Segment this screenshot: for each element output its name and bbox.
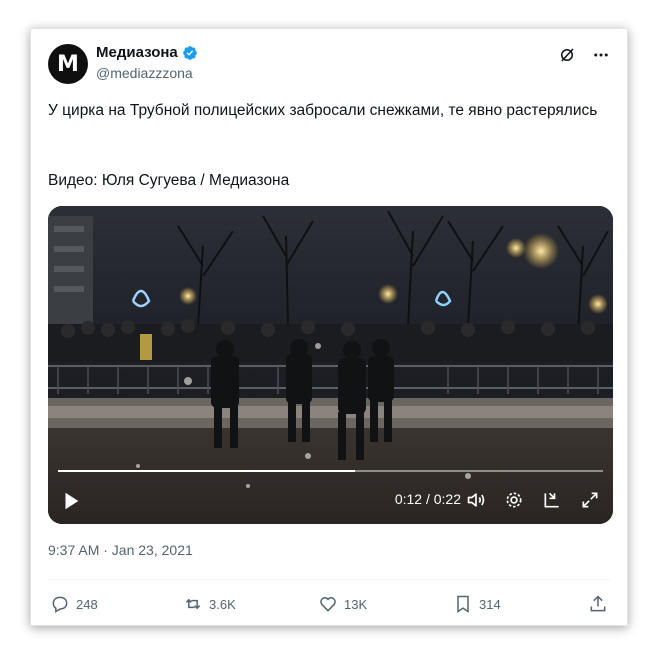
repost-count: 3.6K [209, 596, 236, 612]
account-name[interactable]: Медиазона [96, 44, 178, 61]
play-icon[interactable] [60, 490, 82, 512]
more-icon[interactable] [591, 45, 611, 65]
bookmark-button[interactable]: 314 [453, 594, 501, 614]
like-count: 13K [344, 596, 368, 612]
video-player[interactable]: 0:12 / 0:22 [48, 206, 613, 524]
avatar[interactable]: M [48, 44, 88, 84]
grok-icon[interactable] [557, 45, 577, 65]
reply-button[interactable]: 248 [50, 594, 98, 614]
like-icon [320, 597, 336, 612]
settings-icon[interactable] [503, 489, 525, 511]
tweet-text: У цирка на Трубной полицейских забросали… [48, 102, 598, 119]
fullscreen-icon[interactable] [579, 489, 601, 511]
verified-badge-icon [182, 45, 197, 60]
reply-count: 248 [76, 596, 98, 612]
divider [48, 579, 610, 580]
video-controls [465, 489, 601, 511]
video-time: 0:12 / 0:22 [394, 491, 461, 507]
pip-icon[interactable] [541, 489, 563, 511]
video-frame [48, 206, 613, 524]
bookmark-icon [457, 595, 469, 613]
top-actions [557, 45, 611, 65]
share-icon [590, 595, 606, 612]
share-button[interactable] [588, 594, 608, 614]
reply-icon [52, 596, 68, 613]
bookmark-count: 314 [479, 596, 501, 612]
video-progress-bar[interactable] [58, 470, 603, 472]
like-button[interactable]: 13K [318, 594, 367, 614]
tweet-credit: Видео: Юля Сугуева / Медиазона [48, 172, 290, 189]
action-bar: 248 3.6K 13K 314 [48, 594, 613, 616]
video-progress-fill [58, 470, 356, 472]
tweet-card: M Медиазона @mediazzzona У цирка на Труб… [30, 28, 628, 626]
volume-icon[interactable] [465, 489, 487, 511]
repost-button[interactable]: 3.6K [183, 594, 236, 614]
account-name-row[interactable]: Медиазона [96, 44, 198, 61]
tweet-timestamp[interactable]: 9:37 AM · Jan 23, 2021 [48, 542, 193, 558]
avatar-letter: M [57, 51, 79, 77]
account-handle[interactable]: @mediazzzona [96, 65, 193, 81]
repost-icon [185, 598, 201, 610]
